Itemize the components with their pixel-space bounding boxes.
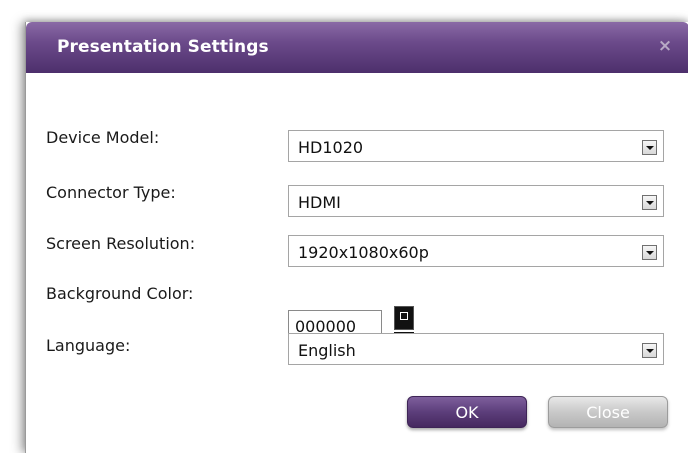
screen-resolution-select[interactable]: 1920x1080x60p — [288, 235, 664, 267]
color-picker-icon — [400, 312, 408, 320]
color-picker-swatch[interactable] — [394, 306, 414, 335]
dialog-title: Presentation Settings — [57, 37, 269, 57]
chevron-down-icon[interactable] — [642, 140, 657, 155]
background-color-label: Background Color: — [46, 284, 194, 303]
connector-type-select[interactable]: HDMI — [288, 185, 664, 217]
chevron-down-icon[interactable] — [642, 245, 657, 260]
chevron-down-icon[interactable] — [642, 343, 657, 358]
close-button[interactable]: Close — [548, 396, 668, 428]
language-select[interactable]: English — [288, 333, 664, 365]
language-label: Language: — [46, 336, 131, 355]
connector-type-label: Connector Type: — [46, 183, 176, 202]
connector-type-value: HDMI — [298, 193, 341, 212]
close-icon[interactable]: × — [655, 36, 675, 56]
presentation-settings-dialog: Presentation Settings × Device Model: HD… — [25, 22, 688, 453]
language-value: English — [298, 341, 356, 360]
screen-resolution-value: 1920x1080x60p — [298, 243, 429, 262]
device-model-label: Device Model: — [46, 128, 160, 147]
ok-button[interactable]: OK — [407, 396, 527, 428]
screen-resolution-label: Screen Resolution: — [46, 234, 196, 253]
dialog-titlebar[interactable]: Presentation Settings × — [26, 22, 688, 73]
chevron-down-icon[interactable] — [642, 195, 657, 210]
device-model-value: HD1020 — [298, 138, 364, 157]
device-model-select[interactable]: HD1020 — [288, 130, 664, 162]
